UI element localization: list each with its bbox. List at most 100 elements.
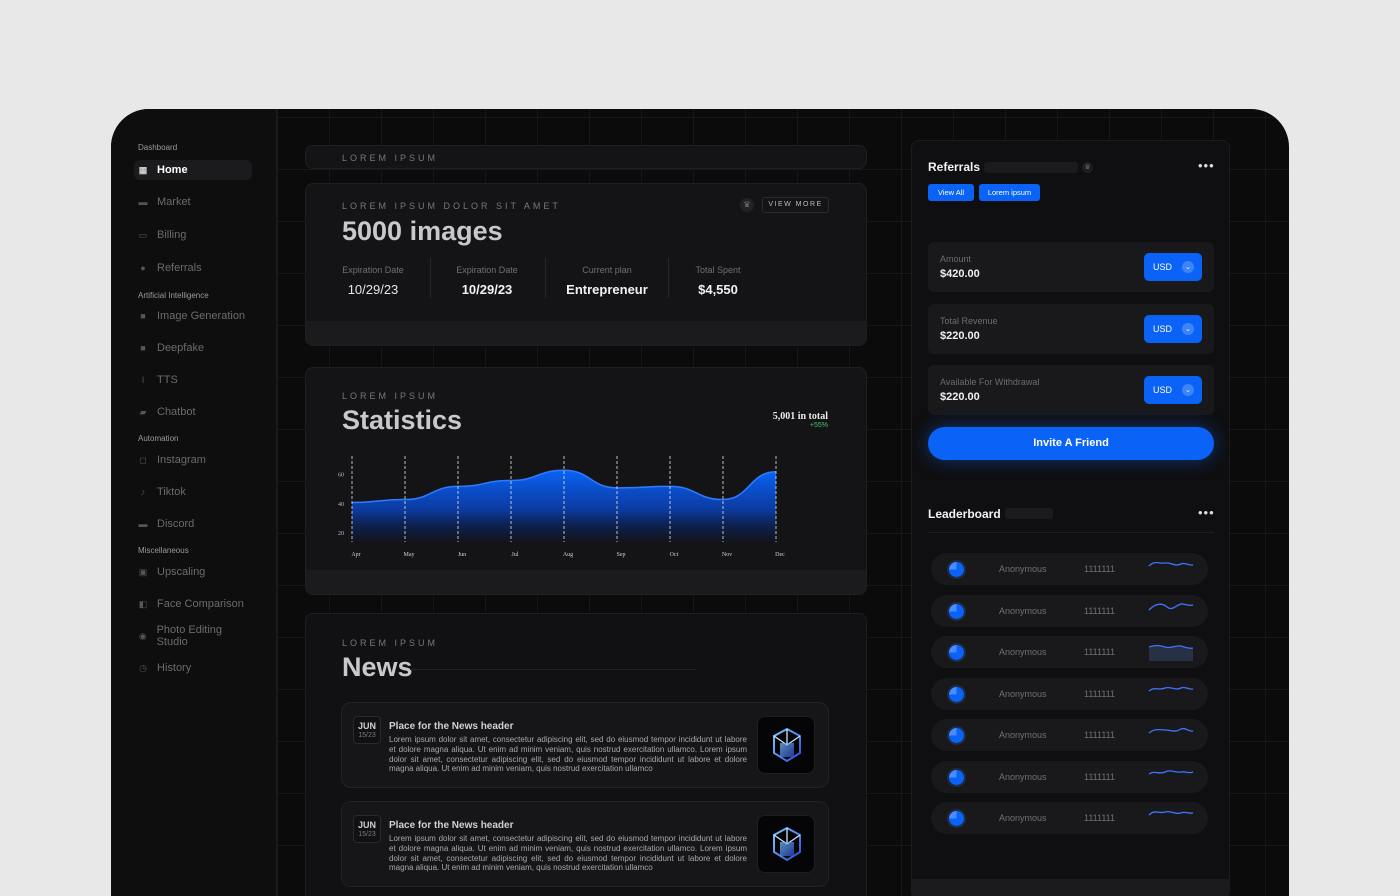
sidebar-item-market[interactable]: ▬ Market bbox=[134, 192, 252, 212]
avatar bbox=[949, 728, 964, 743]
statistics-card: LOREM IPSUM Statistics 5,001 in total +5… bbox=[305, 367, 867, 595]
currency-select[interactable]: USD ⌄ bbox=[1144, 253, 1202, 281]
sidebar-item-deepfake[interactable]: ■ Deepfake bbox=[134, 338, 252, 358]
currency-label: USD bbox=[1153, 262, 1173, 272]
sidebar-item-billing[interactable]: ▭ Billing bbox=[134, 225, 252, 245]
stat-current-plan: Current plan Entrepreneur bbox=[562, 265, 652, 297]
stat-expiration-1: Expiration Date 10/29/23 bbox=[340, 265, 406, 297]
news-month: JUN bbox=[357, 820, 376, 830]
currency-select[interactable]: USD ⌄ bbox=[1144, 376, 1202, 404]
stat-label: Expiration Date bbox=[342, 265, 404, 275]
top-bar: LOREM IPSUM bbox=[305, 145, 867, 169]
leaderboard-row[interactable]: Anonymous 1111111 bbox=[931, 719, 1208, 751]
sidebar-item-label: Upscaling bbox=[157, 566, 206, 578]
leaderboard-title: Leaderboard bbox=[928, 507, 1001, 521]
plan-eyebrow: LOREM IPSUM DOLOR SIT AMET bbox=[342, 201, 561, 211]
leaderboard-score: 1111111 bbox=[1084, 730, 1116, 740]
sidebar-item-instagram[interactable]: ◻ Instagram bbox=[134, 450, 252, 470]
tiktok-icon: ♪ bbox=[140, 487, 146, 497]
news-header: Place for the News header bbox=[389, 820, 514, 831]
section-ai: Artificial Intelligence bbox=[138, 291, 209, 300]
view-more-button[interactable]: VIEW MORE bbox=[762, 197, 829, 213]
sidebar-item-label: TTS bbox=[157, 374, 178, 386]
sidebar-item-label: Chatbot bbox=[157, 406, 196, 418]
store-icon: ▬ bbox=[138, 197, 148, 207]
news-month: JUN bbox=[357, 721, 376, 731]
crown-icon: ♛ bbox=[1082, 162, 1093, 173]
sparkline-icon bbox=[1148, 769, 1194, 775]
sidebar-item-face-comparison[interactable]: ◧ Face Comparison bbox=[134, 594, 252, 614]
chevron-down-icon: ⌄ bbox=[1182, 323, 1195, 335]
leaderboard-row[interactable]: Anonymous 1111111 bbox=[931, 594, 1208, 627]
currency-select[interactable]: USD ⌄ bbox=[1144, 315, 1202, 343]
card-footer bbox=[912, 879, 1229, 896]
sidebar: Dashboard ▦ Home ▬ Market ▭ Billing ● Re… bbox=[111, 109, 277, 896]
video-icon: ■ bbox=[140, 343, 146, 353]
referrals-title: Referrals bbox=[928, 160, 981, 174]
sidebar-item-label: Photo Editing Studio bbox=[156, 624, 223, 648]
divider bbox=[545, 258, 546, 298]
sidebar-item-referrals[interactable]: ● Referrals bbox=[134, 258, 252, 278]
sidebar-item-tts[interactable]: ǀ TTS bbox=[134, 370, 252, 390]
news-day: 15/23 bbox=[358, 831, 376, 838]
news-title: News bbox=[342, 652, 413, 682]
sidebar-item-discord[interactable]: ▬ Discord bbox=[134, 514, 252, 534]
invite-friend-button[interactable]: Invite A Friend bbox=[928, 427, 1214, 460]
divider bbox=[430, 258, 431, 298]
sidebar-item-tiktok[interactable]: ♪ Tiktok bbox=[134, 482, 252, 502]
x-tick-label: Aug bbox=[563, 552, 573, 558]
x-tick-label: Nov bbox=[722, 552, 732, 558]
section-automation: Automation bbox=[138, 434, 179, 443]
news-item[interactable]: JUN 15/23 Place for the News header Lore… bbox=[341, 702, 829, 788]
view-all-button[interactable]: View All bbox=[928, 184, 974, 201]
mic-icon: ǀ bbox=[141, 375, 145, 385]
chevron-down-icon: ⌄ bbox=[1182, 261, 1195, 273]
x-tick-label: Sep bbox=[617, 552, 626, 558]
leaderboard-row[interactable]: Anonymous 1111111 bbox=[931, 760, 1208, 793]
leaderboard-row[interactable]: Anonymous 1111111 bbox=[931, 553, 1208, 585]
upscale-icon: ▣ bbox=[138, 566, 148, 577]
lorem-button[interactable]: Lorem ipsum bbox=[979, 184, 1040, 201]
leaderboard-row[interactable]: Anonymous 1111111 bbox=[931, 677, 1208, 710]
stat-label: Current plan bbox=[582, 265, 632, 275]
sparkline-icon bbox=[1148, 644, 1194, 661]
card-footer bbox=[306, 570, 866, 594]
amount-value: $220.00 bbox=[940, 391, 980, 403]
news-item[interactable]: JUN 15/23 Place for the News header Lore… bbox=[341, 801, 829, 887]
image-icon: ■ bbox=[140, 311, 146, 321]
instagram-icon: ◻ bbox=[139, 454, 147, 465]
sidebar-item-image-generation[interactable]: ■ Image Generation bbox=[134, 306, 252, 326]
history-icon: ◷ bbox=[139, 662, 147, 673]
sidebar-item-chatbot[interactable]: ▰ Chatbot bbox=[134, 402, 252, 422]
news-body: Lorem ipsum dolor sit amet, consectetur … bbox=[389, 834, 747, 873]
leaderboard-score: 1111111 bbox=[1084, 564, 1116, 574]
news-header: Place for the News header bbox=[389, 721, 514, 732]
leaderboard-name: Anonymous bbox=[999, 688, 1047, 699]
more-icon[interactable]: ••• bbox=[1198, 505, 1215, 520]
leaderboard-row[interactable]: Anonymous 1111111 bbox=[931, 636, 1208, 668]
sidebar-item-photo-editing-studio[interactable]: ◉ Photo Editing Studio bbox=[134, 624, 252, 648]
sidebar-item-label: Face Comparison bbox=[157, 598, 244, 610]
sparkline-icon bbox=[1148, 810, 1194, 816]
news-thumbnail bbox=[757, 716, 815, 774]
leaderboard-score: 1111111 bbox=[1084, 647, 1116, 657]
x-tick-label: May bbox=[404, 552, 415, 558]
sidebar-item-upscaling[interactable]: ▣ Upscaling bbox=[134, 562, 252, 582]
app-window: Dashboard ▦ Home ▬ Market ▭ Billing ● Re… bbox=[111, 109, 1289, 896]
leaderboard-score: 1111111 bbox=[1084, 605, 1116, 616]
sparkline-icon bbox=[1148, 727, 1194, 734]
news-day: 15/23 bbox=[358, 732, 376, 739]
sidebar-item-home[interactable]: ▦ Home bbox=[134, 160, 252, 180]
referrals-panel: Referrals ♛ ••• View All Lorem ipsum Amo… bbox=[911, 140, 1230, 896]
avatar bbox=[949, 686, 964, 702]
stat-value: 10/29/23 bbox=[347, 282, 399, 297]
more-icon[interactable]: ••• bbox=[1198, 158, 1215, 173]
currency-label: USD bbox=[1153, 324, 1173, 334]
leaderboard-name: Anonymous bbox=[999, 813, 1047, 823]
sidebar-item-label: Deepfake bbox=[157, 342, 205, 354]
sidebar-item-history[interactable]: ◷ History bbox=[134, 658, 252, 678]
leaderboard-row[interactable]: Anonymous 1111111 bbox=[931, 802, 1208, 834]
amount-label: Total Revenue bbox=[940, 316, 998, 326]
avatar bbox=[949, 603, 964, 619]
sidebar-item-label: Tiktok bbox=[157, 486, 186, 498]
